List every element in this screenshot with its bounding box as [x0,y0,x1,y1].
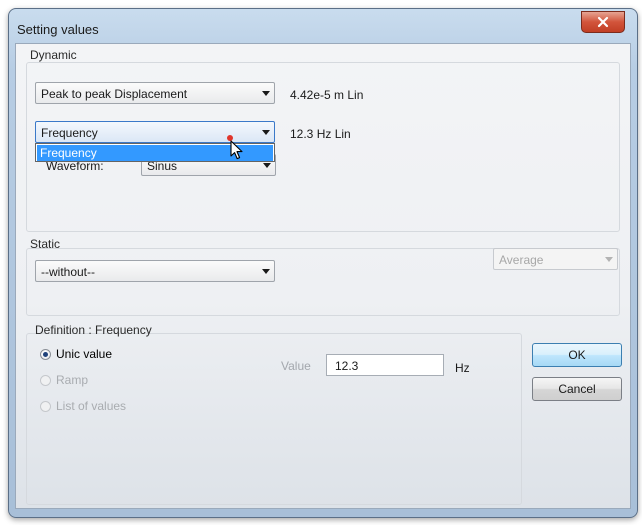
radio-unic-value[interactable]: Unic value [40,346,112,362]
radio-button [40,348,51,360]
radio-label-list-of-values: List of values [56,399,127,413]
static-group-label: Static [30,237,61,251]
dynamic-group-label: Dynamic [30,48,77,62]
value-input-text: 12.3 [335,359,359,373]
value-input[interactable]: 12.3 [326,354,444,376]
close-icon [597,16,609,28]
average-mode-value: Average [499,253,544,267]
value-unit: Hz [455,361,470,375]
title-bar[interactable]: Setting values [9,9,637,43]
static-select-value: --without-- [41,265,96,279]
radio-label-unic-value: Unic value [56,347,113,361]
radio-button [40,400,51,412]
parameter-select-value: Frequency [41,126,98,140]
measure-readout: 4.42e-5 m Lin [290,88,364,102]
cancel-button[interactable]: Cancel [532,377,622,401]
measure-select-value: Peak to peak Displacement [41,87,188,101]
ok-button[interactable]: OK [532,343,622,367]
definition-group-label: Definition : Frequency [35,323,152,337]
radio-list-of-values: List of values [40,398,126,414]
chevron-down-icon [262,269,270,274]
setting-values-dialog: Setting values Dynamic Peak to peak Disp… [8,8,638,518]
mouse-pointer-icon [230,140,243,160]
measure-select[interactable]: Peak to peak Displacement [35,82,275,104]
chevron-down-icon [262,91,270,96]
radio-button [40,374,51,386]
value-label: Value [281,359,311,373]
chevron-down-icon [262,130,270,135]
dialog-title: Setting values [17,22,99,37]
chevron-down-icon [263,163,271,168]
radio-label-ramp: Ramp [56,373,89,387]
radio-ramp: Ramp [40,372,88,388]
close-button[interactable] [581,11,625,33]
parameter-readout: 12.3 Hz Lin [290,127,351,141]
static-select[interactable]: --without-- [35,260,275,282]
chevron-down-icon [605,257,613,262]
dialog-client-area: Dynamic Peak to peak Displacement 4.42e-… [15,43,631,509]
average-mode-select: Average [493,248,618,270]
